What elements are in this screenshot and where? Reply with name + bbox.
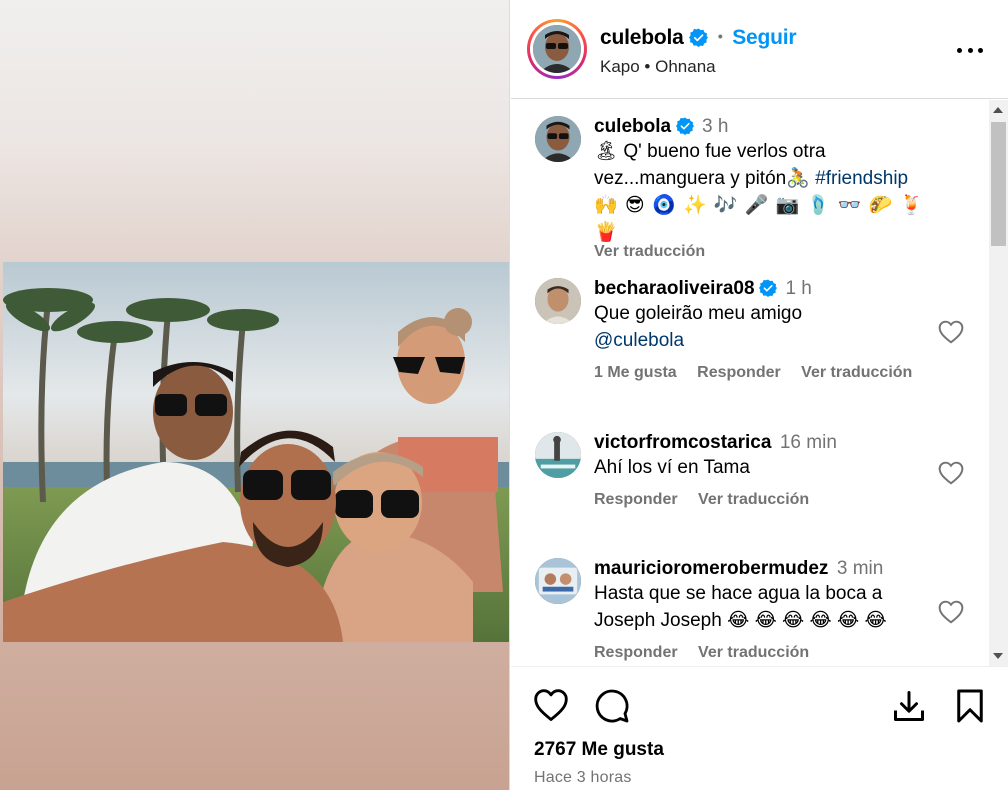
follow-button[interactable]: Seguir [732,26,796,49]
heart-outline-icon[interactable] [938,320,964,344]
separator-dot: • [717,28,723,44]
commenter-avatar[interactable] [535,432,581,478]
translate-link[interactable]: Ver traducción [698,644,809,661]
comment-likes-count[interactable]: 1 Me gusta [594,364,677,381]
comments-scrollbar[interactable] [989,100,1008,666]
post-header: culebola • Seguir Kapo • Ohnana [511,0,1008,99]
comment-username[interactable]: mauricioromerobermudez [594,558,828,579]
music-info[interactable]: Kapo • Ohnana [600,57,716,77]
comment-body: victorfromcostarica 16 min Ahí los ví en… [594,432,939,509]
translate-link[interactable]: Ver traducción [698,491,809,508]
post-media[interactable] [0,0,510,790]
caption-translate-link[interactable]: Ver traducción [594,243,939,261]
reply-button[interactable]: Responder [594,644,678,661]
verified-badge-icon [759,279,777,297]
scroll-down-arrow-icon[interactable] [993,653,1003,659]
comment-text: Ahí los ví en Tama [594,457,750,478]
photo-illustration [3,262,509,642]
reply-button[interactable]: Responder [594,491,678,508]
save-bookmark-icon[interactable] [952,688,988,724]
verified-badge-icon [689,28,709,47]
likes-count[interactable]: 2767 Me gusta [534,739,664,761]
post-footer: 2767 Me gusta Hace 3 horas [511,666,1008,790]
caption-emojis: 🙌 😎 🧿 ✨ 🎶 🎤 📷 🩴 👓 🌮 🍹 🍟 [594,195,925,243]
heart-outline-icon[interactable] [938,600,964,624]
comment-bubble-icon[interactable] [594,688,630,724]
caption-username[interactable]: culebola [594,116,671,137]
commenter-avatar[interactable] [535,558,581,604]
mention-link[interactable]: @culebola [594,327,939,354]
caption-avatar[interactable] [535,116,581,162]
hashtag-link[interactable]: #friendship [815,168,908,189]
like-heart-icon[interactable] [533,688,569,724]
download-icon[interactable] [891,688,927,724]
verified-badge-icon [675,117,694,135]
comment-actions: Responder Ver traducción [594,644,939,662]
post-time-ago[interactable]: Hace 3 horas [534,769,632,787]
comment-text: Hasta que se hace agua la boca a Joseph … [594,583,887,631]
author-username[interactable]: culebola [600,26,684,49]
commenter-avatar[interactable] [535,278,581,324]
comments-list: culebola 3 h 🏝 Q' bueno fue verlos otra … [511,100,991,666]
comment-text: Que goleirão meu amigo [594,303,803,324]
comment-time[interactable]: 1 h [785,278,811,299]
post-detail-panel: culebola • Seguir Kapo • Ohnana culebola… [511,0,1008,790]
heart-outline-icon[interactable] [938,461,964,485]
comment-time[interactable]: 16 min [780,432,837,453]
comment-actions: Responder Ver traducción [594,491,939,509]
caption-body: culebola 3 h 🏝 Q' bueno fue verlos otra … [594,116,939,261]
comment-username[interactable]: becharaoliveira08 [594,278,755,299]
caption-text: 🏝 Q' bueno fue verlos otra vez...manguer… [594,138,939,192]
comment-actions: 1 Me gusta Responder Ver traducción [594,364,939,382]
author-line: culebola • Seguir [600,26,797,50]
comment-body: mauricioromerobermudez 3 min Hasta que s… [594,558,939,662]
post-photo [3,262,509,642]
translate-link[interactable]: Ver traducción [801,364,912,381]
scroll-up-arrow-icon[interactable] [993,107,1003,113]
more-options-icon[interactable] [957,38,983,62]
reply-button[interactable]: Responder [697,364,781,381]
caption-time[interactable]: 3 h [702,116,728,137]
comment-time[interactable]: 3 min [837,558,883,579]
scrollbar-thumb[interactable] [991,122,1006,246]
caption-text-main: 🏝 Q' bueno fue verlos otra vez...manguer… [594,141,826,189]
comment-body: becharaoliveira08 1 h Que goleirão meu a… [594,278,939,382]
author-avatar-story-ring[interactable] [527,19,587,79]
comment-username[interactable]: victorfromcostarica [594,432,771,453]
author-avatar[interactable] [533,25,581,73]
